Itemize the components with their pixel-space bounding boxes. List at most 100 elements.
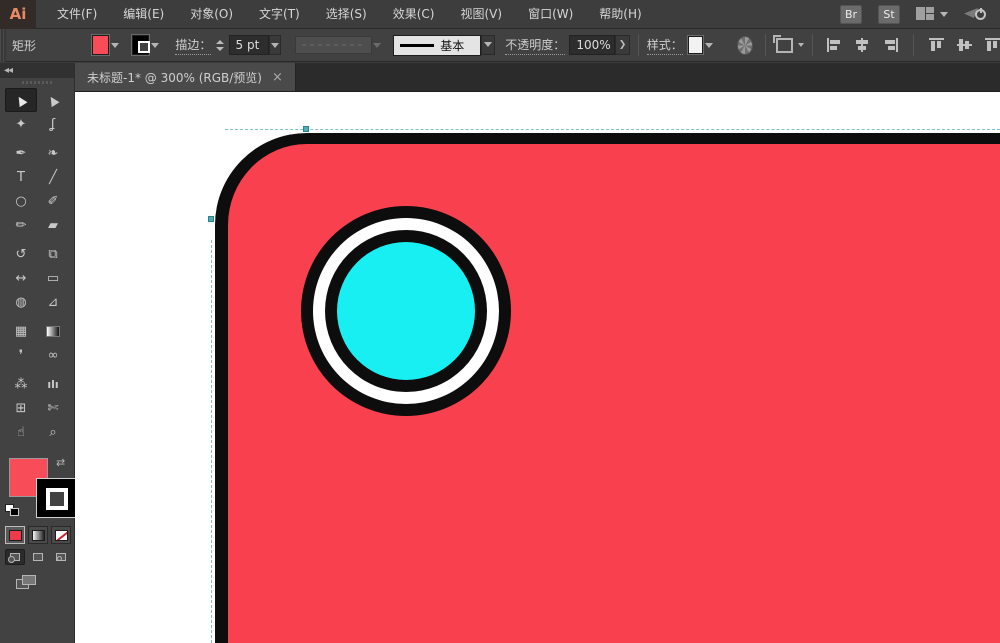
pencil-tool[interactable]: ✏ bbox=[5, 213, 37, 237]
column-graph-tool[interactable]: ılı bbox=[37, 372, 69, 396]
graphic-style-dropdown[interactable] bbox=[703, 35, 715, 55]
brush-definition[interactable]: 基本 bbox=[393, 34, 496, 56]
tools-grid: ▲ ▲ ✦ ʆ ✒ ❧ T ╱ ○ ✐ ✏ ▰ ↺ ⧉ ↔ ▭ ◍ ⊿ ▦ ❜ ∞ ⁂ ılı ⊞ ✄ ☝ ⌕ bbox=[0, 86, 73, 444]
isolate-object-button[interactable] bbox=[772, 34, 804, 53]
menu-type[interactable]: 文字(T) bbox=[246, 0, 313, 29]
menu-bar-right: Br St bbox=[840, 4, 1000, 24]
chevron-down-icon bbox=[484, 42, 493, 47]
brush-definition-value: 基本 bbox=[440, 38, 465, 53]
align-horizontal-center-button[interactable] bbox=[855, 38, 870, 52]
pen-tool[interactable]: ✒ bbox=[5, 141, 37, 165]
default-fill-stroke-icon[interactable] bbox=[5, 504, 20, 517]
gradient-tool[interactable] bbox=[37, 319, 69, 343]
divider bbox=[811, 34, 813, 56]
align-right-button[interactable] bbox=[883, 38, 898, 52]
direct-selection-tool[interactable]: ▲ bbox=[37, 88, 69, 112]
gradient-button[interactable] bbox=[28, 526, 48, 544]
menu-help[interactable]: 帮助(H) bbox=[586, 0, 654, 29]
line-segment-tool[interactable]: ╱ bbox=[37, 165, 69, 189]
align-vertical-center-button[interactable] bbox=[956, 38, 972, 52]
brush-stroke-preview bbox=[400, 43, 435, 47]
red-rounded-rectangle-shape[interactable] bbox=[215, 133, 1000, 643]
style-panel-link[interactable]: 样式： bbox=[646, 36, 683, 55]
swap-fill-stroke-icon[interactable]: ⇄ bbox=[56, 456, 65, 469]
menu-effect[interactable]: 效果(C) bbox=[380, 0, 448, 29]
brush-definition-field[interactable]: 基本 bbox=[393, 34, 482, 56]
edit-contents-icon bbox=[772, 34, 793, 53]
opacity-panel-link[interactable]: 不透明度： bbox=[505, 36, 566, 55]
align-left-button[interactable] bbox=[826, 38, 842, 52]
stroke-panel-link[interactable]: 描边： bbox=[175, 36, 212, 55]
divider bbox=[912, 34, 914, 56]
fill-color-swatch[interactable] bbox=[90, 34, 110, 56]
blob-brush-tool[interactable]: ❧ bbox=[37, 141, 69, 165]
free-transform-tool[interactable]: ▭ bbox=[37, 266, 69, 290]
slice-tool[interactable]: ✄ bbox=[37, 396, 69, 420]
control-bar: 矩形 描边： 5 pt 基本 不透明度： 100% ❯ 样式： bbox=[0, 29, 1000, 62]
shape-builder-tool[interactable]: ◍ bbox=[5, 290, 37, 314]
lasso-tool[interactable]: ʆ bbox=[37, 112, 69, 136]
zoom-tool[interactable]: ⌕ bbox=[37, 420, 69, 444]
screen-mode-button[interactable] bbox=[16, 575, 38, 591]
hand-tool[interactable]: ☝ bbox=[5, 420, 37, 444]
chevron-down-icon bbox=[797, 43, 804, 47]
color-button[interactable] bbox=[5, 526, 25, 544]
menu-file[interactable]: 文件(F) bbox=[44, 0, 110, 29]
width-tool[interactable]: ↔ bbox=[5, 266, 37, 290]
perspective-grid-tool[interactable]: ⊿ bbox=[37, 290, 69, 314]
stroke-weight-field[interactable]: 5 pt bbox=[228, 35, 270, 55]
anchor-point[interactable] bbox=[208, 216, 214, 222]
stroke-color-dropdown[interactable] bbox=[149, 35, 161, 55]
magic-wand-tool[interactable]: ✦ bbox=[5, 112, 37, 136]
tools-panel-grip[interactable] bbox=[0, 78, 74, 86]
canvas[interactable] bbox=[75, 92, 1000, 643]
brush-definition-dropdown[interactable] bbox=[481, 34, 496, 55]
draw-inside-button[interactable] bbox=[51, 549, 71, 565]
circle-cyan-core[interactable] bbox=[337, 242, 475, 380]
stroke-color-indicator[interactable] bbox=[36, 478, 76, 518]
mesh-tool[interactable]: ▦ bbox=[5, 319, 37, 343]
eyedropper-tool[interactable]: ❜ bbox=[5, 343, 37, 367]
paintbrush-tool[interactable]: ✐ bbox=[37, 189, 69, 213]
stock-button[interactable]: St bbox=[878, 4, 900, 24]
menu-edit[interactable]: 编辑(E) bbox=[110, 0, 177, 29]
menu-object[interactable]: 对象(O) bbox=[177, 0, 246, 29]
draw-normal-button[interactable] bbox=[5, 549, 25, 565]
none-button[interactable] bbox=[51, 526, 71, 544]
type-tool[interactable]: T bbox=[5, 165, 37, 189]
align-bottom-button[interactable] bbox=[984, 38, 1000, 52]
document-tab[interactable]: 未标题-1* @ 300% (RGB/预览) × bbox=[75, 63, 296, 91]
menu-view[interactable]: 视图(V) bbox=[447, 0, 515, 29]
menu-select[interactable]: 选择(S) bbox=[313, 0, 380, 29]
chevron-down-icon bbox=[110, 42, 119, 48]
artboard-tool[interactable]: ⊞ bbox=[5, 396, 37, 420]
draw-behind-button[interactable] bbox=[28, 549, 48, 565]
menu-window[interactable]: 窗口(W) bbox=[515, 0, 586, 29]
symbol-sprayer-tool[interactable]: ⁂ bbox=[5, 372, 37, 396]
stroke-weight-stepper[interactable] bbox=[216, 39, 225, 51]
anchor-point[interactable] bbox=[303, 126, 309, 132]
ellipse-tool[interactable]: ○ bbox=[5, 189, 37, 213]
collapse-panel-icon[interactable]: ◂◂ bbox=[4, 65, 13, 76]
bridge-button[interactable]: Br bbox=[840, 4, 862, 24]
stroke-color-swatch[interactable] bbox=[130, 34, 150, 56]
workspace-switcher[interactable] bbox=[916, 7, 948, 21]
drawing-mode-row bbox=[5, 549, 71, 565]
rotate-tool[interactable]: ↺ bbox=[5, 242, 37, 266]
scale-tool[interactable]: ⧉ bbox=[37, 242, 69, 266]
blend-tool[interactable]: ∞ bbox=[37, 343, 69, 367]
divider bbox=[637, 34, 639, 56]
cs-live-icon[interactable] bbox=[964, 5, 986, 23]
eraser-tool[interactable]: ▰ bbox=[37, 213, 69, 237]
width-profile-dropdown bbox=[295, 36, 372, 54]
control-bar-grip bbox=[0, 29, 6, 62]
fill-color-dropdown[interactable] bbox=[109, 35, 121, 55]
opacity-expand-button[interactable]: ❯ bbox=[615, 35, 630, 55]
close-icon[interactable]: × bbox=[272, 71, 283, 84]
graphic-style-swatch[interactable] bbox=[686, 35, 705, 55]
align-top-button[interactable] bbox=[928, 38, 944, 52]
selection-tool[interactable]: ▲ bbox=[5, 88, 37, 112]
recolor-artwork-icon[interactable] bbox=[736, 35, 753, 55]
opacity-field[interactable]: 100% bbox=[569, 35, 616, 55]
stroke-weight-dropdown[interactable] bbox=[269, 35, 282, 55]
